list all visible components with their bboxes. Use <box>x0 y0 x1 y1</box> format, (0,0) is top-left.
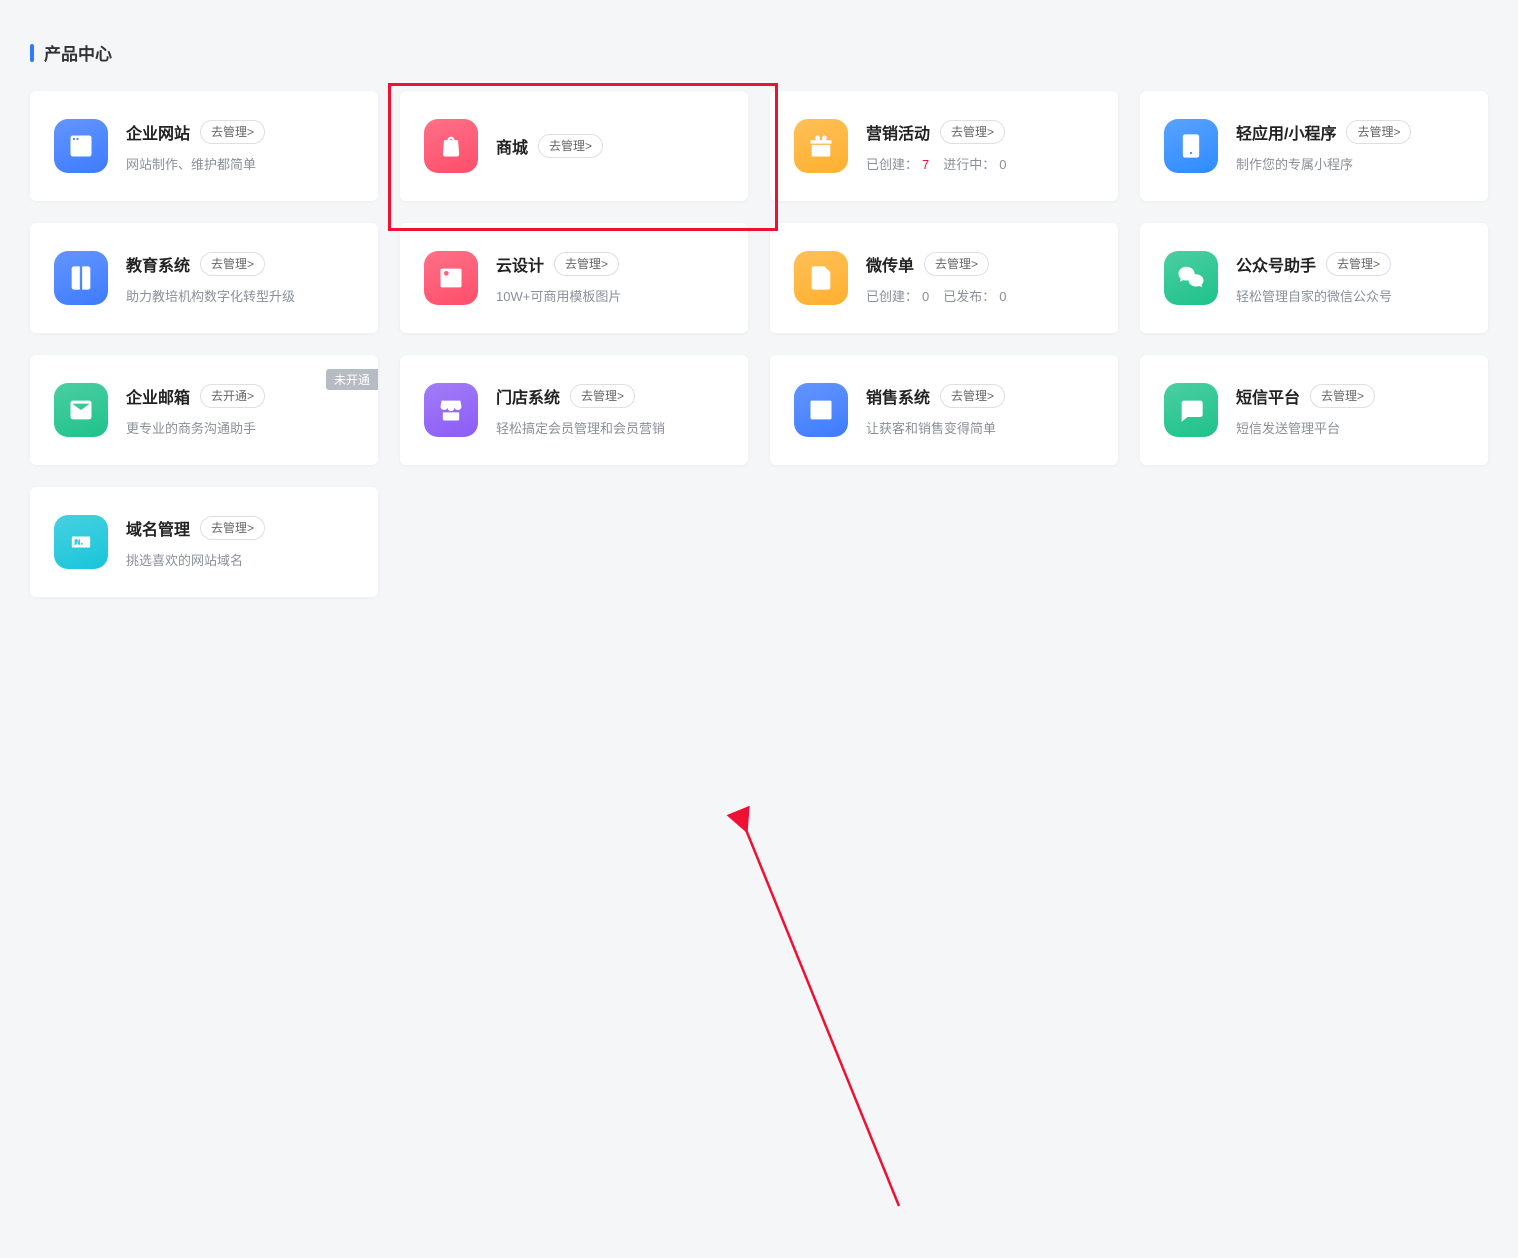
card-title-marketing: 营销活动 <box>866 120 930 144</box>
card-desc-store: 轻松搞定会员管理和会员营销 <box>496 418 724 437</box>
store-icon <box>424 383 478 437</box>
badge-mail: 未开通 <box>326 369 378 390</box>
manage-button-sales[interactable]: 去管理> <box>940 384 1005 408</box>
card-corp-site[interactable]: 企业网站去管理> 网站制作、维护都简单 <box>30 91 378 201</box>
card-stats-flyer: 已创建：0已发布：0 <box>866 286 1094 305</box>
card-desc-sales: 让获客和销售变得简单 <box>866 418 1094 437</box>
card-title-wechat: 公众号助手 <box>1236 252 1316 276</box>
card-domain[interactable]: 域名管理去管理> 挑选喜欢的网站域名 <box>30 487 378 597</box>
card-desc-miniapp: 制作您的专属小程序 <box>1236 154 1464 173</box>
card-marketing[interactable]: 营销活动去管理> 已创建：7进行中：0 <box>770 91 1118 201</box>
manage-button-domain[interactable]: 去管理> <box>200 516 265 540</box>
mail-icon <box>54 383 108 437</box>
card-title-edu: 教育系统 <box>126 252 190 276</box>
manage-button-corp-site[interactable]: 去管理> <box>200 120 265 144</box>
card-title-miniapp: 轻应用/小程序 <box>1236 120 1336 144</box>
card-desc-edu: 助力教培机构数字化转型升级 <box>126 286 354 305</box>
card-title-flyer: 微传单 <box>866 252 914 276</box>
card-title-store: 门店系统 <box>496 384 560 408</box>
chat-icon <box>1164 383 1218 437</box>
list-icon <box>794 383 848 437</box>
card-title-sales: 销售系统 <box>866 384 930 408</box>
section-title: 产品中心 <box>30 40 1488 65</box>
manage-button-wechat[interactable]: 去管理> <box>1326 252 1391 276</box>
card-title-corp-site: 企业网站 <box>126 120 190 144</box>
bag-icon <box>424 119 478 173</box>
title-accent-bar <box>30 44 34 62</box>
manage-button-mall[interactable]: 去管理> <box>538 134 603 158</box>
card-desc-design: 10W+可商用模板图片 <box>496 286 724 305</box>
domain-icon <box>54 515 108 569</box>
card-sales[interactable]: 销售系统去管理> 让获客和销售变得简单 <box>770 355 1118 465</box>
window-icon <box>54 119 108 173</box>
card-desc-sms: 短信发送管理平台 <box>1236 418 1464 437</box>
card-title-design: 云设计 <box>496 252 544 276</box>
card-title-mail: 企业邮箱 <box>126 384 190 408</box>
manage-button-miniapp[interactable]: 去管理> <box>1346 120 1411 144</box>
card-mail[interactable]: 未开通企业邮箱去开通> 更专业的商务沟通助手 <box>30 355 378 465</box>
card-store[interactable]: 门店系统去管理> 轻松搞定会员管理和会员营销 <box>400 355 748 465</box>
product-grid: 企业网站去管理>网站制作、维护都简单商城去管理>营销活动去管理>已创建：7进行中… <box>30 91 1488 597</box>
card-sms[interactable]: 短信平台去管理> 短信发送管理平台 <box>1140 355 1488 465</box>
gift-icon <box>794 119 848 173</box>
card-title-mall: 商城 <box>496 134 528 158</box>
wechat-icon <box>1164 251 1218 305</box>
manage-button-mail[interactable]: 去开通> <box>200 384 265 408</box>
manage-button-marketing[interactable]: 去管理> <box>940 120 1005 144</box>
card-wechat[interactable]: 公众号助手去管理> 轻松管理自家的微信公众号 <box>1140 223 1488 333</box>
card-miniapp[interactable]: 轻应用/小程序去管理> 制作您的专属小程序 <box>1140 91 1488 201</box>
card-mall[interactable]: 商城去管理> <box>400 91 748 201</box>
card-desc-corp-site: 网站制作、维护都简单 <box>126 154 354 173</box>
card-design[interactable]: 云设计去管理> 10W+可商用模板图片 <box>400 223 748 333</box>
card-flyer[interactable]: 微传单去管理> 已创建：0已发布：0 <box>770 223 1118 333</box>
card-desc-wechat: 轻松管理自家的微信公众号 <box>1236 286 1464 305</box>
manage-button-edu[interactable]: 去管理> <box>200 252 265 276</box>
section-title-text: 产品中心 <box>44 40 112 65</box>
card-title-domain: 域名管理 <box>126 516 190 540</box>
card-desc-mail: 更专业的商务沟通助手 <box>126 418 354 437</box>
card-title-sms: 短信平台 <box>1236 384 1300 408</box>
manage-button-sms[interactable]: 去管理> <box>1310 384 1375 408</box>
card-edu[interactable]: 教育系统去管理> 助力教培机构数字化转型升级 <box>30 223 378 333</box>
page-icon <box>794 251 848 305</box>
image-icon <box>424 251 478 305</box>
card-stats-marketing: 已创建：7进行中：0 <box>866 154 1094 173</box>
manage-button-store[interactable]: 去管理> <box>570 384 635 408</box>
book-icon <box>54 251 108 305</box>
phone-icon <box>1164 119 1218 173</box>
manage-button-flyer[interactable]: 去管理> <box>924 252 989 276</box>
card-desc-domain: 挑选喜欢的网站域名 <box>126 550 354 569</box>
manage-button-design[interactable]: 去管理> <box>554 252 619 276</box>
arrow-annotation <box>0 597 1518 1258</box>
